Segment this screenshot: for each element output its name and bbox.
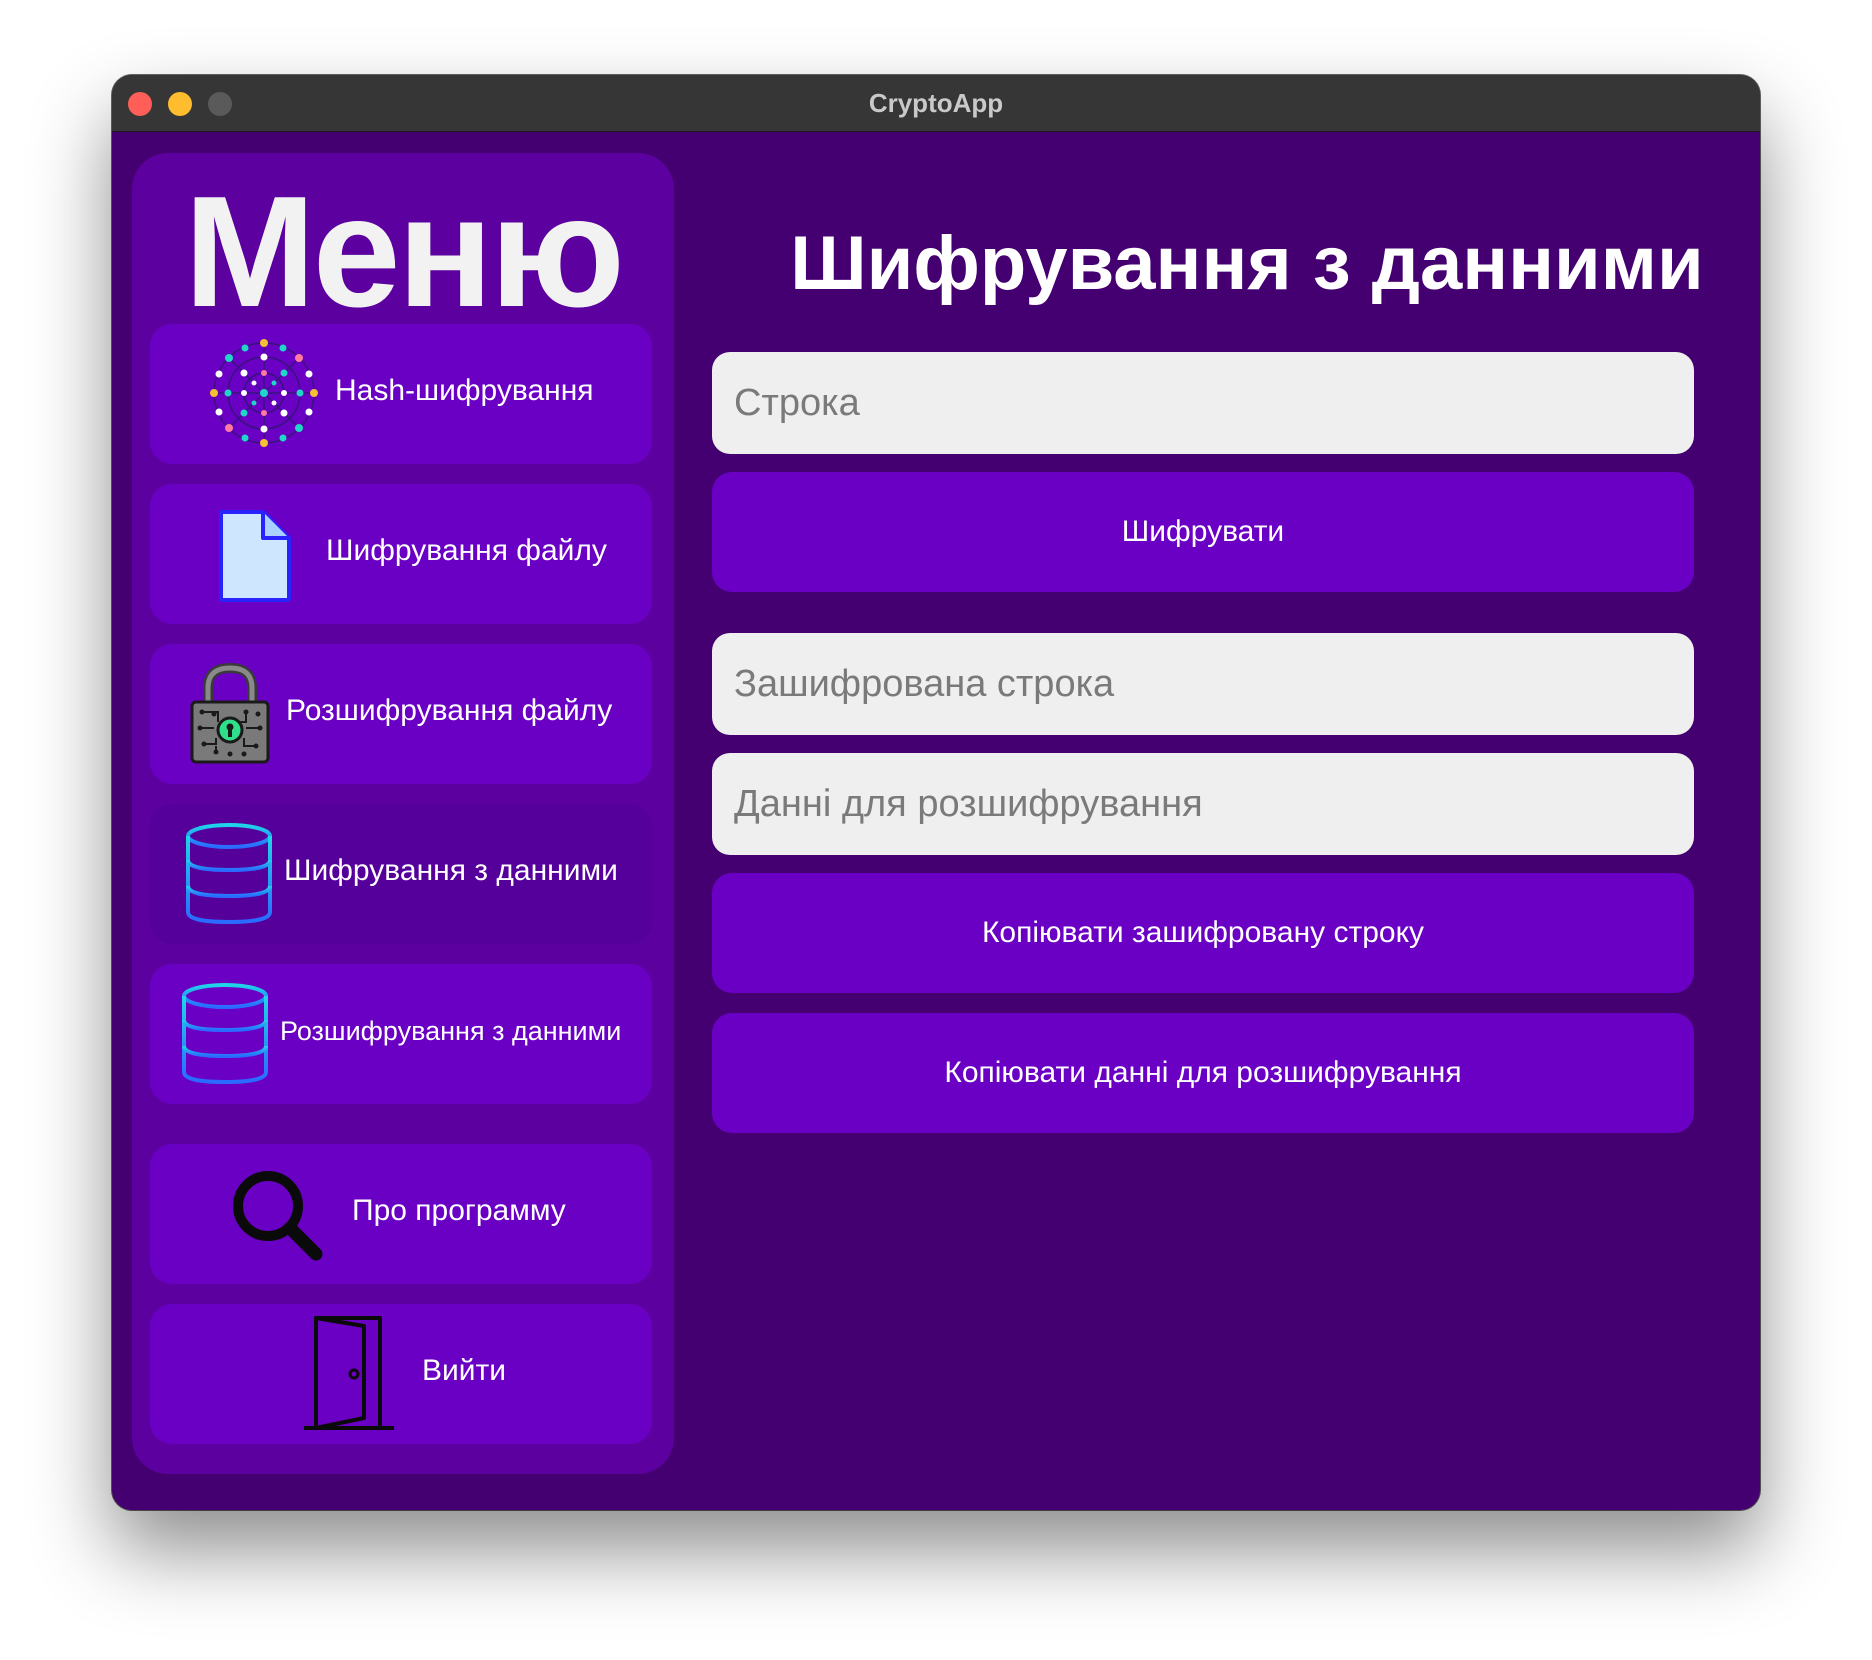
- sidebar-item-data-decryption[interactable]: Розшифрування з данними: [150, 964, 652, 1104]
- sidebar-item-label: Шифрування файлу: [326, 534, 607, 567]
- magnifier-icon: [233, 1171, 323, 1261]
- database-icon: [182, 983, 268, 1085]
- copy-encrypted-button[interactable]: Копіювати зашифровану строку: [712, 873, 1694, 993]
- decrypt-data-field[interactable]: [712, 753, 1694, 855]
- encrypted-string-field[interactable]: [712, 633, 1694, 735]
- file-icon: [219, 510, 291, 602]
- door-icon: [304, 1316, 394, 1430]
- sidebar-item-label: Hash-шифрування: [335, 374, 594, 407]
- window-title: CryptoApp: [868, 88, 1004, 118]
- sidebar-item-hash[interactable]: Hash-шифрування: [150, 324, 652, 464]
- app-window: CryptoApp Меню Hash-шифрування Шифруванн…: [112, 75, 1760, 1510]
- sidebar-item-file-decryption[interactable]: Розшифрування файлу: [150, 644, 652, 784]
- sidebar-item-exit[interactable]: Вийти: [150, 1304, 652, 1444]
- sidebar-item-label: Про программу: [352, 1194, 566, 1227]
- sidebar-item-data-encryption[interactable]: Шифрування з данними: [150, 804, 652, 944]
- database-icon: [186, 823, 272, 925]
- padlock-icon: [190, 662, 270, 764]
- encrypt-button[interactable]: Шифрувати: [712, 472, 1694, 592]
- sidebar-item-label: Шифрування з данними: [284, 854, 618, 887]
- copy-decrypt-data-button[interactable]: Копіювати данні для розшифрування: [712, 1013, 1694, 1133]
- sidebar-item-label: Розшифрування з данними: [280, 1016, 622, 1046]
- page-title: Шифрування з данними: [790, 221, 1704, 306]
- sidebar-item-label: Вийти: [422, 1354, 507, 1387]
- source-string-input[interactable]: [712, 352, 1694, 454]
- sidebar-item-about[interactable]: Про программу: [150, 1144, 652, 1284]
- menu-title: Меню: [184, 164, 625, 340]
- hash-network-icon: [210, 339, 318, 447]
- title-bar: CryptoApp: [112, 75, 1760, 132]
- sidebar-item-file-encryption[interactable]: Шифрування файлу: [150, 484, 652, 624]
- sidebar-item-label: Розшифрування файлу: [286, 694, 613, 727]
- sidebar-menu: Меню Hash-шифрування Шифрування файлу Ро…: [132, 153, 674, 1474]
